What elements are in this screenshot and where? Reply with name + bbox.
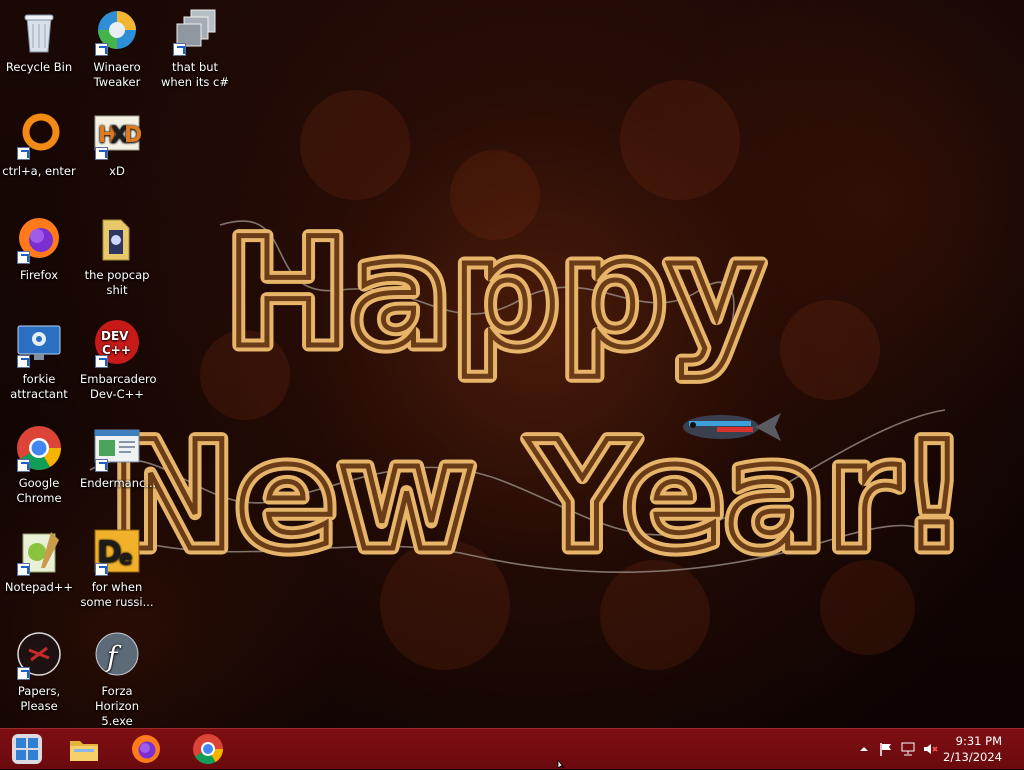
desktop-icon-papers-please[interactable]: Papers, Please xyxy=(0,632,78,714)
shortcut-arrow-icon xyxy=(95,355,108,368)
shortcut-arrow-icon xyxy=(17,667,30,680)
desktop-icon-forkie-attractant[interactable]: forkie attractant xyxy=(0,320,78,402)
desktop-icon-label: Google Chrome xyxy=(16,476,62,505)
windows-logo-icon xyxy=(12,734,42,764)
clock-date: 2/13/2024 xyxy=(943,750,1002,764)
desktop-icon-that-but-when-its-csharp[interactable]: that but when its c# xyxy=(156,8,234,90)
chrome-icon xyxy=(193,734,223,765)
desktop-icon-winaero-tweaker[interactable]: Winaero Tweaker xyxy=(78,8,156,90)
show-hidden-icons-icon[interactable] xyxy=(856,741,872,757)
hxd-icon: HXD xyxy=(93,112,142,160)
recycle-bin-icon xyxy=(15,8,63,56)
desktop-icon-embarcadero-devcpp[interactable]: DEV C++ Embarcadero Dev-C++ xyxy=(78,320,157,402)
desktop-icon-label: Recycle Bin xyxy=(5,60,73,74)
firefox-icon xyxy=(15,216,63,264)
svg-text:New Year!: New Year! xyxy=(110,410,968,584)
start-button[interactable] xyxy=(0,729,56,769)
shortcut-arrow-icon xyxy=(17,563,30,576)
folder-icon xyxy=(93,216,141,264)
desktop-icon-label: for when some russi... xyxy=(80,580,154,609)
firefox-icon xyxy=(132,735,160,763)
desktop-icon-label: Forza Horizon 5.exe xyxy=(95,684,139,728)
folder-icon xyxy=(70,741,98,761)
notepadpp-icon xyxy=(15,528,63,576)
desktop-icon-recycle-bin[interactable]: Recycle Bin xyxy=(0,8,78,75)
network-icon[interactable] xyxy=(900,741,916,757)
clock-time: 9:31 PM xyxy=(955,734,1002,748)
desktop[interactable]: Happy Happy New Year! New Year! Recycle … xyxy=(0,0,1024,728)
shortcut-arrow-icon xyxy=(173,43,186,56)
desktop-icon-google-chrome[interactable]: Google Chrome xyxy=(0,424,78,506)
clock[interactable]: 9:31 PM 2/13/2024 xyxy=(932,733,1002,765)
svg-text:e: e xyxy=(119,545,133,569)
action-center-flag-icon[interactable] xyxy=(878,741,894,757)
desktop-icon-for-when-some-russi[interactable]: De for when some russi... xyxy=(78,528,156,610)
chrome-icon xyxy=(15,424,63,472)
shortcut-arrow-icon xyxy=(95,147,108,160)
shortcut-arrow-icon xyxy=(17,459,30,472)
papers-please-icon xyxy=(15,632,63,680)
devcpp-icon: DEV C++ xyxy=(93,320,141,368)
shortcut-arrow-icon xyxy=(17,147,30,160)
shortcut-arrow-icon xyxy=(95,563,108,576)
system-tray: 9:31 PM 2/13/2024 xyxy=(834,729,1024,769)
desktop-icon-label: that but when its c# xyxy=(160,60,230,89)
desktop-icon-label: ctrl+a, enter xyxy=(2,164,76,178)
desktop-icon-forza-horizon-5[interactable]: f Forza Horizon 5.exe xyxy=(78,632,156,728)
desktop-icon-endermanch[interactable]: Endermanc... xyxy=(78,424,156,491)
desktop-icon-label: xD xyxy=(109,164,125,178)
desktop-icon-label: Embarcadero Dev-C++ xyxy=(80,372,157,401)
taskbar-chrome[interactable] xyxy=(180,729,236,769)
shortcut-arrow-icon xyxy=(17,251,30,264)
desktop-icon-label: forkie attractant xyxy=(10,372,68,401)
orange-ring-icon xyxy=(15,112,63,160)
desktop-icon-xd[interactable]: HXD xD xyxy=(78,112,156,179)
shortcut-arrow-icon xyxy=(95,459,108,472)
shortcut-arrow-icon xyxy=(17,355,30,368)
desktop-icon-notepadpp[interactable]: Notepad++ xyxy=(0,528,78,595)
svg-text:Happy: Happy xyxy=(225,207,764,381)
shortcut-arrow-icon xyxy=(95,43,108,56)
desktop-icon-label: the popcap shit xyxy=(84,268,150,297)
taskbar-file-explorer[interactable] xyxy=(56,729,112,769)
svg-text:D: D xyxy=(124,123,141,148)
desktop-icon-firefox[interactable]: Firefox xyxy=(0,216,78,283)
desktop-icon-label: Notepad++ xyxy=(4,580,74,594)
mouse-cursor-icon xyxy=(557,760,565,768)
flash-icon: f xyxy=(93,632,141,680)
monitor-gear-icon xyxy=(15,320,63,368)
desktop-icon-the-popcap-shit[interactable]: the popcap shit xyxy=(78,216,156,298)
window-app-icon xyxy=(93,424,141,472)
windows-stack-icon xyxy=(171,8,219,56)
desktop-icon-label: Papers, Please xyxy=(17,684,61,713)
taskbar: 9:31 PM 2/13/2024 xyxy=(0,728,1024,769)
taskbar-firefox[interactable] xyxy=(118,729,174,769)
desktop-icon-label: Endermanc... xyxy=(80,476,157,490)
desktop-icon-label: Winaero Tweaker xyxy=(93,60,141,89)
winaero-tweaker-icon xyxy=(93,8,141,56)
desktop-icon-ctrl-a-enter[interactable]: ctrl+a, enter xyxy=(0,112,78,179)
desktop-icon-label: Firefox xyxy=(19,268,59,282)
svg-text:DEV: DEV xyxy=(101,329,129,343)
de-icon: De xyxy=(93,528,141,576)
